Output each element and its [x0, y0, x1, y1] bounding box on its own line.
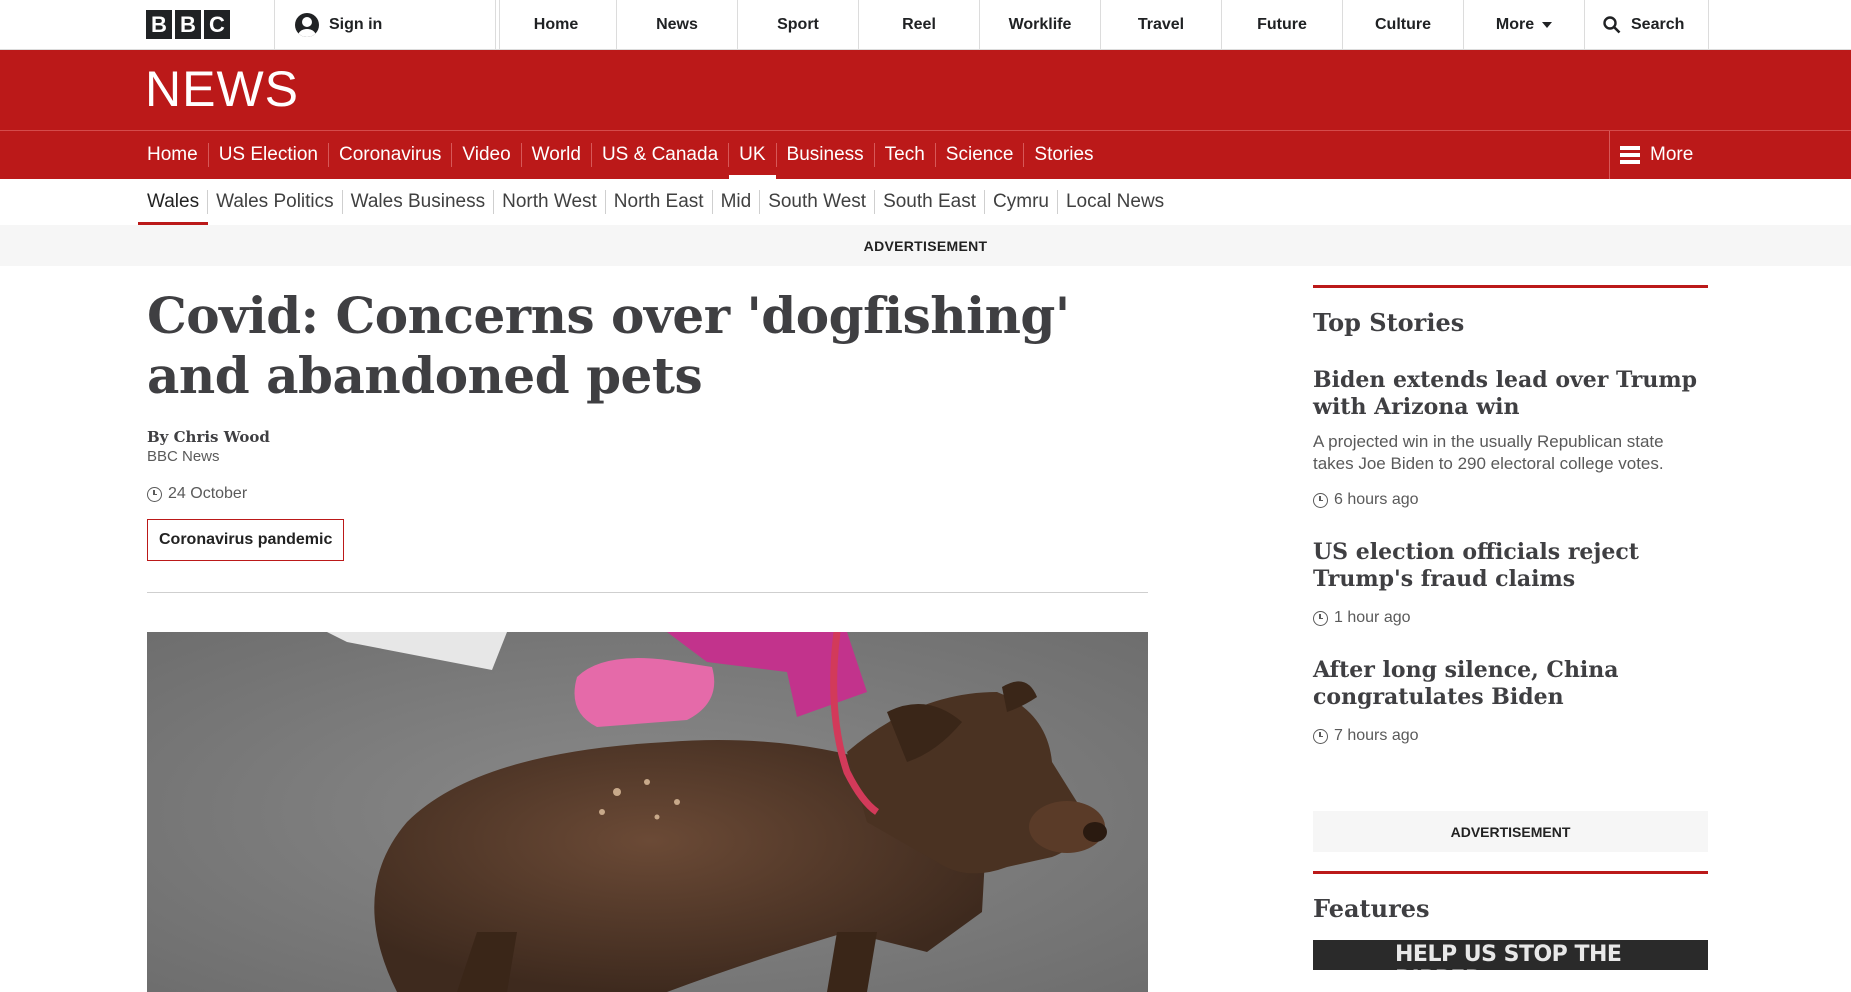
news-nav-more-button[interactable]: More	[1609, 131, 1709, 179]
global-nav-future[interactable]: Future	[1221, 0, 1342, 49]
top-story[interactable]: Biden extends lead over Trump with Arizo…	[1313, 367, 1708, 509]
global-nav-more-label: More	[1495, 15, 1535, 33]
sidebar: Top Stories Biden extends lead over Trum…	[1313, 285, 1708, 970]
bbc-logo[interactable]: B B C	[146, 10, 230, 39]
global-nav-sport[interactable]: Sport	[737, 0, 858, 49]
search-label: Search	[1631, 15, 1685, 33]
global-nav-home[interactable]: Home	[495, 0, 616, 49]
search-button[interactable]: Search	[1584, 0, 1709, 49]
feature-thumbnail[interactable]: HELP US STOP THE RIPPER	[1313, 940, 1708, 970]
article-divider	[147, 592, 1148, 593]
news-nav-us-canada[interactable]: US & Canada	[590, 143, 728, 167]
article-hero-image	[147, 632, 1148, 992]
features-heading: Features	[1313, 894, 1430, 923]
article-author: By Chris Wood	[147, 428, 270, 446]
top-story-time: 6 hours ago	[1313, 491, 1708, 509]
global-nav-news[interactable]: News	[616, 0, 737, 49]
news-nav-world[interactable]: World	[520, 143, 591, 167]
regional-nav: Wales Wales Politics Wales Business Nort…	[0, 179, 1851, 226]
bbc-logo-letter: B	[146, 10, 172, 39]
top-story-title[interactable]: US election officials reject Trump's fra…	[1313, 539, 1708, 593]
dog-photo	[147, 632, 1148, 992]
top-stories-rule	[1313, 285, 1708, 288]
news-nav-tech[interactable]: Tech	[873, 143, 935, 167]
regional-nav-north-east[interactable]: North East	[604, 190, 712, 214]
news-nav-coronavirus[interactable]: Coronavirus	[327, 143, 451, 167]
top-story-time: 7 hours ago	[1313, 727, 1708, 745]
news-nav-business[interactable]: Business	[775, 143, 874, 167]
article-headline: Covid: Concerns over 'dogfishing' and ab…	[147, 286, 1070, 405]
top-story-summary: A projected win in the usually Republica…	[1313, 432, 1664, 473]
user-icon	[295, 12, 319, 37]
clock-icon	[1313, 492, 1328, 508]
news-masthead: NEWS	[0, 50, 1851, 130]
global-nav-worklife[interactable]: Worklife	[979, 0, 1100, 49]
regional-nav-wales-business[interactable]: Wales Business	[341, 190, 493, 214]
top-story[interactable]: US election officials reject Trump's fra…	[1313, 539, 1708, 627]
news-nav-uk[interactable]: UK	[728, 143, 776, 179]
search-icon	[1603, 15, 1621, 33]
bbc-global-bar: B B C Sign in Home News Sport Reel Workl…	[0, 0, 1851, 50]
article-date-text: 24 October	[168, 485, 248, 502]
global-nav: Home News Sport Reel Worklife Travel Fut…	[495, 0, 1709, 49]
chevron-down-icon	[1542, 21, 1553, 28]
sidebar-advertisement: ADVERTISEMENT	[1313, 811, 1708, 852]
topic-tag-button[interactable]: Coronavirus pandemic	[147, 519, 345, 561]
regional-nav-south-east[interactable]: South East	[874, 190, 984, 214]
regional-nav-cymru[interactable]: Cymru	[984, 190, 1057, 214]
article-author-org: BBC News	[147, 448, 220, 465]
top-story-time-text: 7 hours ago	[1334, 727, 1419, 744]
top-story-time: 1 hour ago	[1313, 609, 1708, 627]
regional-nav-wales[interactable]: Wales	[137, 190, 209, 226]
features-rule	[1313, 871, 1708, 874]
regional-nav-mid[interactable]: Mid	[711, 190, 760, 214]
regional-nav-south-west[interactable]: South West	[759, 190, 874, 214]
menu-icon	[1620, 146, 1640, 164]
clock-icon	[147, 486, 162, 502]
news-nav-home[interactable]: Home	[147, 143, 208, 167]
sign-in-link[interactable]: Sign in	[274, 0, 500, 49]
regional-nav-north-west[interactable]: North West	[493, 190, 605, 214]
feature-thumbnail-text: HELP US STOP THE RIPPER	[1395, 942, 1622, 970]
regional-nav-wales-politics[interactable]: Wales Politics	[207, 190, 342, 214]
clock-icon	[1313, 610, 1328, 626]
global-nav-reel[interactable]: Reel	[858, 0, 979, 49]
article-date: 24 October	[147, 485, 1148, 503]
news-nav-us-election[interactable]: US Election	[207, 143, 328, 167]
bbc-logo-letter: C	[204, 10, 230, 39]
clock-icon	[1313, 728, 1328, 744]
news-brand-logo[interactable]: NEWS	[145, 60, 299, 118]
top-story-time-text: 1 hour ago	[1334, 609, 1411, 626]
news-nav-stories[interactable]: Stories	[1023, 143, 1103, 167]
top-story-title[interactable]: Biden extends lead over Trump with Arizo…	[1313, 367, 1708, 421]
global-nav-more-button[interactable]: More	[1463, 0, 1584, 49]
sign-in-label: Sign in	[329, 15, 383, 33]
bbc-logo-letter: B	[175, 10, 201, 39]
news-nav-video[interactable]: Video	[451, 143, 520, 167]
top-stories-heading: Top Stories	[1313, 308, 1465, 337]
regional-nav-local-news[interactable]: Local News	[1056, 190, 1172, 214]
top-story-title[interactable]: After long silence, China congratulates …	[1313, 657, 1708, 711]
news-nav-science[interactable]: Science	[934, 143, 1024, 167]
article: Covid: Concerns over 'dogfishing' and ab…	[147, 266, 1148, 992]
advertisement-banner: ADVERTISEMENT	[0, 225, 1851, 266]
news-nav-more-label: More	[1650, 144, 1694, 165]
global-nav-culture[interactable]: Culture	[1342, 0, 1463, 49]
top-story-time-text: 6 hours ago	[1334, 491, 1419, 508]
top-story[interactable]: After long silence, China congratulates …	[1313, 657, 1708, 745]
global-nav-travel[interactable]: Travel	[1100, 0, 1221, 49]
news-nav: Home US Election Coronavirus Video World…	[0, 130, 1851, 179]
